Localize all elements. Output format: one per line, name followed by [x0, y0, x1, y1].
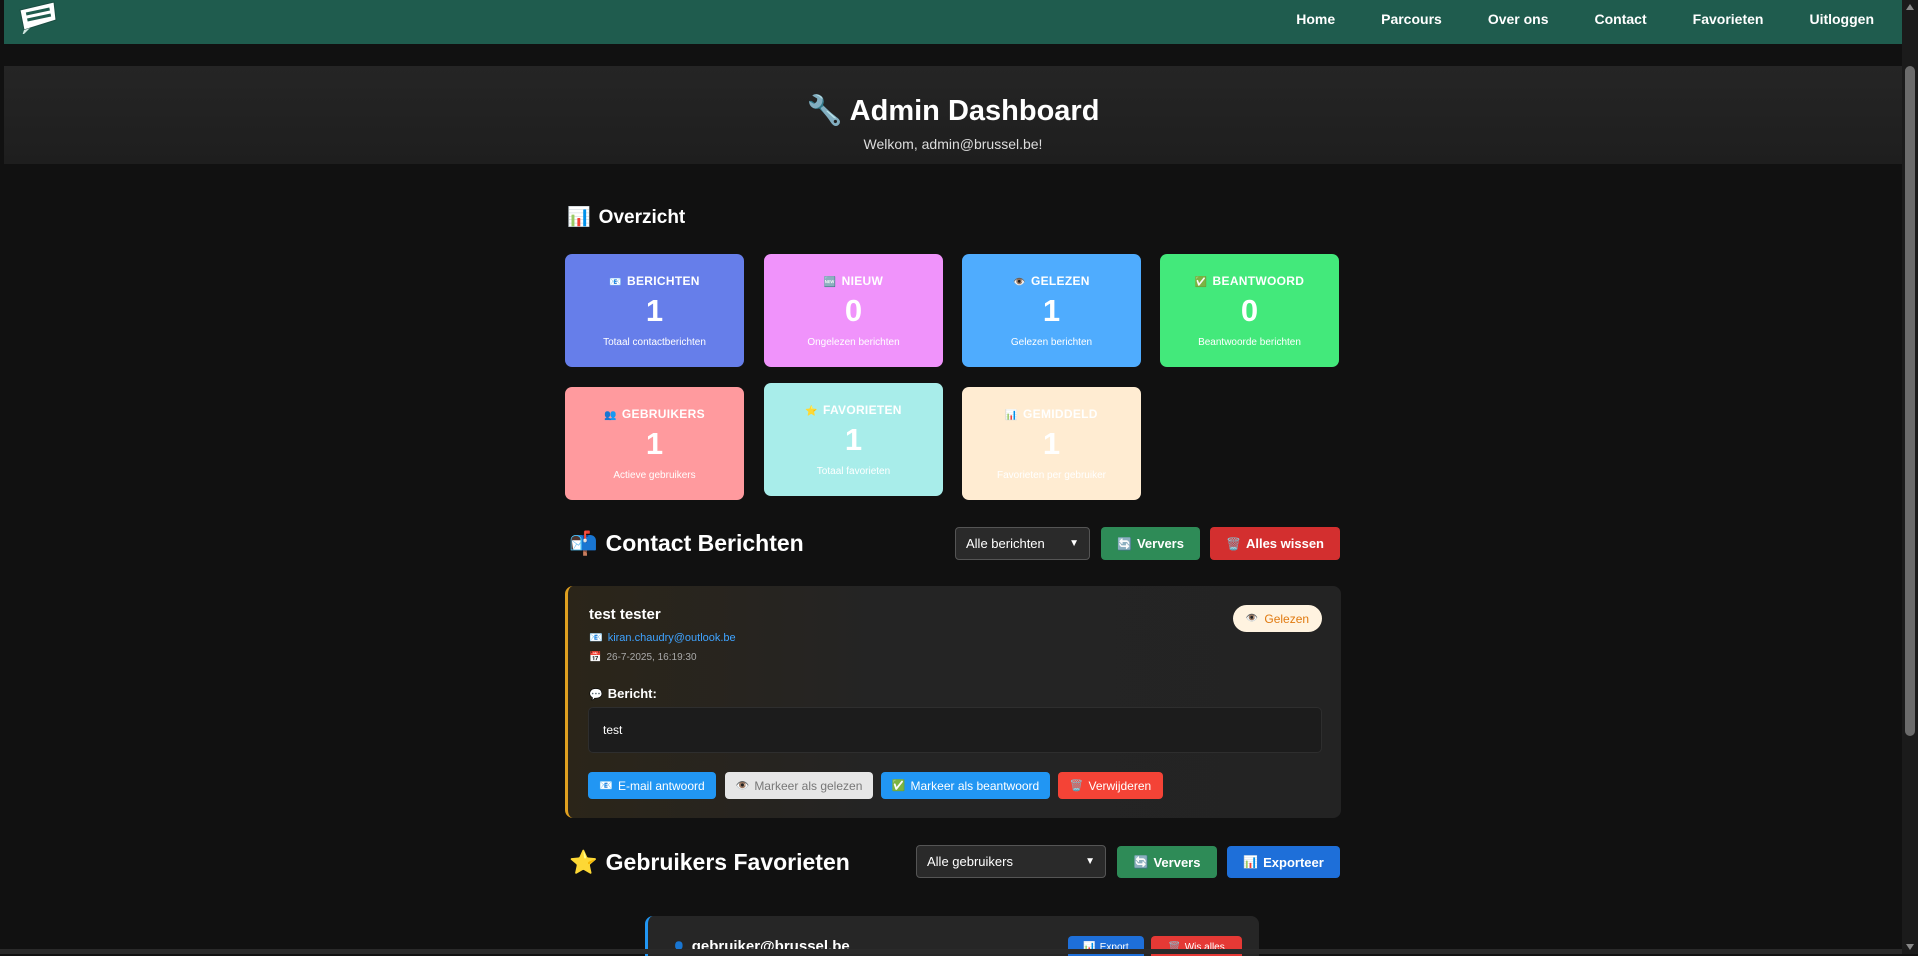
delete-message-button[interactable]: 🗑️ Verwijderen [1058, 772, 1163, 799]
envelope-icon: 📧 [609, 277, 623, 288]
users-icon: 👥 [604, 410, 617, 421]
header-band: 🔧 Admin Dashboard Welkom, admin@brussel.… [4, 66, 1902, 164]
vertical-scrollbar[interactable] [1902, 0, 1918, 954]
welcome-text: Welkom, admin@brussel.be! [863, 136, 1043, 152]
chart-icon: 📊 [567, 207, 591, 228]
sender-email[interactable]: 📧 kiran.chaudry@outlook.be [589, 631, 736, 644]
message-body-label: 💬 Bericht: [589, 686, 657, 701]
scroll-up-arrow-icon[interactable] [1906, 4, 1914, 10]
envelope-icon: 📧 [589, 632, 603, 644]
stat-value: 1 [844, 422, 863, 457]
nav-contact[interactable]: Contact [1595, 11, 1647, 27]
mark-answered-button[interactable]: ✅ Markeer als beantwoord [881, 772, 1050, 799]
chevron-down-icon: ▼ [1069, 538, 1079, 549]
star-icon: ⭐ [569, 849, 598, 875]
message-filter-select[interactable]: Alle berichten ▼ [955, 527, 1090, 560]
message-card: test tester 📧 kiran.chaudry@outlook.be 📅 2… [565, 586, 1341, 818]
stat-subtitle: Favorieten per gebruiker [997, 470, 1106, 481]
check-icon: ✅ [891, 780, 906, 792]
stat-value: 1 [645, 426, 664, 461]
stat-card-nieuw: 🆕 NIEUW 0 Ongelezen berichten [764, 254, 943, 367]
speech-bubble-icon: 💬 [589, 689, 603, 701]
scrollbar-thumb[interactable] [1905, 66, 1915, 736]
stat-card-gebruikers: 👥 GEBRUIKERS 1 Actieve gebruikers [565, 387, 744, 500]
refresh-icon: 🔄 [1117, 536, 1132, 551]
stat-card-beantwoord: ✅ BEANTWOORD 0 Beantwoorde berichten [1160, 254, 1339, 367]
logo[interactable] [16, 0, 62, 34]
chart-icon: 📊 [1243, 855, 1259, 869]
message-date: 📅 26-7-2025, 16:19:30 [589, 652, 697, 663]
scroll-down-arrow-icon[interactable] [1906, 944, 1914, 950]
refresh-messages-button[interactable]: 🔄 Ververs [1101, 527, 1200, 560]
eye-icon: 👁️ [1013, 277, 1026, 288]
chart-icon: 📊 [1005, 410, 1019, 421]
stat-value: 1 [1042, 293, 1061, 328]
check-icon: ✅ [1194, 277, 1208, 288]
trash-icon: 🗑️ [1069, 780, 1084, 792]
stat-subtitle: Ongelezen berichten [807, 337, 900, 348]
stat-value: 1 [1042, 426, 1061, 461]
stat-subtitle: Gelezen berichten [1010, 337, 1093, 348]
clear-all-messages-button[interactable]: 🗑️ Alles wissen [1210, 527, 1340, 560]
new-icon: 🆕 [823, 277, 837, 288]
calendar-icon: 📅 [589, 652, 602, 663]
nav-parcours[interactable]: Parcours [1381, 11, 1442, 27]
mailbox-icon: 📬 [569, 530, 598, 556]
overview-title: 📊 Overzicht [567, 207, 686, 228]
sender-name: test tester [589, 606, 661, 623]
nav-menu: Home Parcours Over ons Contact Favoriete… [1296, 0, 1902, 38]
stat-subtitle: Totaal contactberichten [603, 337, 706, 348]
stat-card-berichten: 📧 BERICHTEN 1 Totaal contactberichten [565, 254, 744, 367]
trash-icon: 🗑️ [1226, 536, 1241, 551]
mark-read-button[interactable]: 👁️ Markeer als gelezen [725, 772, 873, 799]
contact-section-title: 📬 Contact Berichten [569, 530, 804, 556]
nav-over-ons[interactable]: Over ons [1488, 11, 1549, 27]
nav-uitloggen[interactable]: Uitloggen [1809, 11, 1874, 27]
nav-favorieten[interactable]: Favorieten [1693, 11, 1764, 27]
stat-subtitle: Actieve gebruikers [613, 470, 696, 481]
stat-value: 1 [645, 293, 664, 328]
star-icon: ⭐ [805, 406, 818, 417]
stat-value: 0 [1240, 293, 1259, 328]
page-title: 🔧 Admin Dashboard [806, 95, 1100, 127]
nav-home[interactable]: Home [1296, 11, 1335, 27]
top-navbar: Home Parcours Over ons Contact Favoriete… [4, 0, 1902, 44]
stat-card-gemiddeld: 📊 GEMIDDELD 1 Favorieten per gebruiker [962, 387, 1141, 500]
stat-card-favorieten: ⭐ FAVORIETEN 1 Totaal favorieten [764, 383, 943, 496]
envelope-icon: 📧 [599, 780, 613, 792]
favorites-section-title: ⭐ Gebruikers Favorieten [569, 849, 850, 875]
stat-subtitle: Beantwoorde berichten [1198, 337, 1301, 348]
stat-value: 0 [844, 293, 863, 328]
eye-icon: 👁️ [735, 780, 750, 792]
stat-card-gelezen: 👁️ GELEZEN 1 Gelezen berichten [962, 254, 1141, 367]
user-filter-select[interactable]: Alle gebruikers ▼ [916, 845, 1106, 878]
export-favorites-button[interactable]: 📊 Exporteer [1227, 846, 1340, 878]
horizontal-scrollbar[interactable] [0, 949, 1902, 954]
message-body: test [588, 707, 1322, 753]
stat-subtitle: Totaal favorieten [816, 466, 891, 477]
chevron-down-icon: ▼ [1085, 856, 1095, 867]
eye-icon: 👁️ [1245, 613, 1259, 624]
refresh-icon: 🔄 [1133, 855, 1149, 869]
email-reply-button[interactable]: 📧 E-mail antwoord [588, 772, 716, 799]
refresh-favorites-button[interactable]: 🔄 Ververs [1117, 846, 1217, 878]
status-badge: 👁️ Gelezen [1233, 605, 1322, 632]
